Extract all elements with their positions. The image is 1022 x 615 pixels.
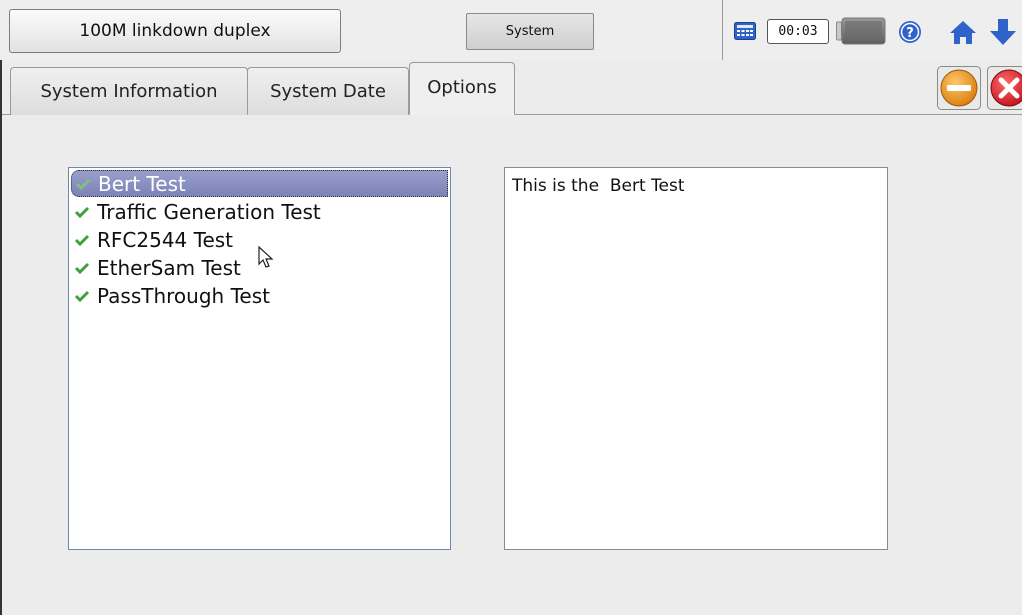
help-icon[interactable]: ? (898, 20, 922, 44)
list-item-label: EtherSam Test (97, 255, 241, 280)
test-description-box: This is the Bert Test (504, 167, 888, 550)
check-icon (75, 234, 89, 246)
svg-text:?: ? (906, 26, 914, 41)
list-item-bert-test[interactable]: Bert Test (71, 170, 448, 197)
list-item-traffic-generation-test[interactable]: Traffic Generation Test (71, 198, 448, 225)
list-item-passthrough-test[interactable]: PassThrough Test (71, 282, 448, 309)
down-arrow-icon[interactable] (988, 18, 1018, 46)
clock-display: 00:03 (767, 19, 829, 44)
system-button[interactable]: System (466, 13, 594, 50)
link-status-box[interactable]: 100M linkdown duplex (9, 9, 341, 53)
top-bar: 100M linkdown duplex System 00:03 ? (0, 0, 1022, 60)
tab-system-date[interactable]: System Date (247, 67, 409, 115)
list-item-label: PassThrough Test (97, 283, 270, 308)
battery-icon (836, 17, 886, 45)
check-icon (76, 178, 90, 190)
tab-options[interactable]: Options (409, 62, 515, 115)
list-item-label: RFC2544 Test (97, 227, 234, 252)
list-item-label: Bert Test (98, 171, 186, 196)
list-item-label: Traffic Generation Test (97, 199, 321, 224)
check-icon (75, 262, 89, 274)
check-icon (75, 290, 89, 302)
tab-area: System Information System Date Options B… (0, 60, 1022, 615)
test-options-list[interactable]: Bert Test Traffic Generation Test RFC254… (68, 167, 451, 550)
check-icon (75, 206, 89, 218)
home-icon[interactable] (949, 20, 977, 45)
mouse-cursor-icon (257, 245, 281, 270)
separator (722, 0, 723, 60)
close-button[interactable] (987, 66, 1022, 110)
tab-system-information[interactable]: System Information (10, 67, 248, 115)
calculator-icon[interactable] (734, 22, 756, 40)
minimize-button[interactable] (937, 66, 981, 110)
